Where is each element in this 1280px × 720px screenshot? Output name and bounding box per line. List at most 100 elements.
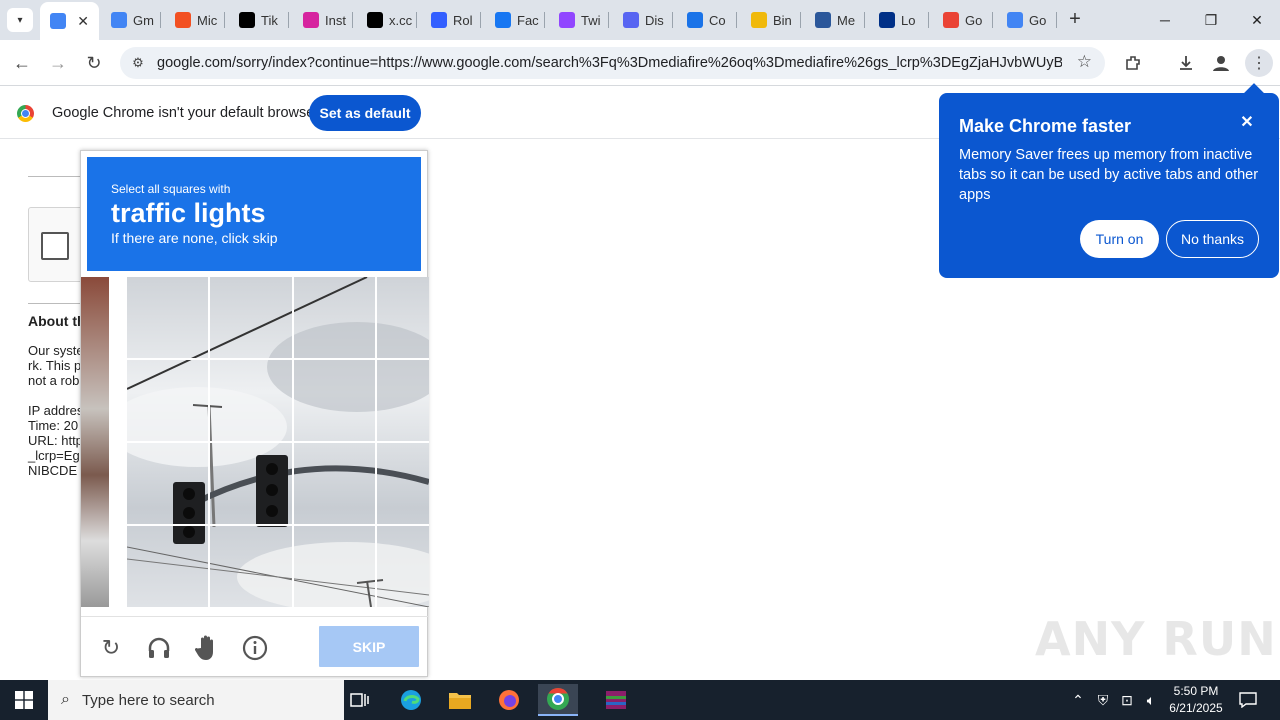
grid-tile[interactable] [210,526,294,607]
grid-tile[interactable] [294,360,377,443]
grid-tile[interactable] [377,526,429,607]
taskbar-clock[interactable]: 5:50 PM 6/21/2025 [1165,683,1227,717]
grid-tile[interactable] [127,360,210,443]
google-icon [111,12,127,28]
turn-on-button[interactable]: Turn on [1080,220,1159,258]
clock-date: 6/21/2025 [1169,701,1223,715]
tab-separator [608,12,609,28]
close-icon[interactable]: ✕ [1237,113,1257,133]
back-button[interactable]: ← [10,51,34,75]
edge-icon[interactable] [391,684,431,716]
tab-separator [288,12,289,28]
firefox-icon[interactable] [489,684,529,716]
grid-tile[interactable] [294,443,377,526]
grid-tile[interactable] [294,526,377,607]
page-text-line: NIBCDE [28,463,78,478]
tab-separator [480,12,481,28]
chrome-menu-icon[interactable]: ⋮ [1245,49,1273,77]
notifications-icon[interactable] [1230,680,1266,720]
browser-tab[interactable]: Go [933,8,993,32]
grid-tile[interactable] [210,360,294,443]
bookmark-star-icon[interactable]: ☆ [1077,52,1092,72]
tab-search-button[interactable]: ▾ [7,8,33,32]
grid-tile[interactable] [127,277,210,360]
browser-tab[interactable]: Dis [613,8,673,32]
captcha-footer: ↻ SKIP [81,616,429,678]
browser-tab[interactable]: Mic [165,8,225,32]
address-bar[interactable]: ⚙ google.com/sorry/index?continue=https:… [120,47,1105,79]
grid-tile[interactable] [377,443,429,526]
grid-tile[interactable] [210,277,294,360]
microsoft-icon [175,12,191,28]
browser-tab[interactable]: Inst [293,8,353,32]
browser-tab[interactable]: Twi [549,8,609,32]
audio-challenge-icon[interactable] [145,634,173,662]
microsoft-edu-icon [815,12,831,28]
forward-button[interactable]: → [46,51,70,75]
site-info-icon[interactable]: ⚙ [128,53,148,73]
grid-tile[interactable] [127,443,210,526]
page-text-line: URL: http [28,433,83,448]
search-placeholder: Type here to search [81,691,215,709]
skip-button[interactable]: SKIP [319,626,419,667]
browser-tab[interactable]: Rol [421,8,481,32]
browser-tab[interactable]: x.cc [357,8,417,32]
grid-tile[interactable] [210,443,294,526]
tab-label: Dis [645,12,664,28]
tab-label: Go [1029,12,1047,28]
hand-icon[interactable] [193,634,221,662]
network-icon[interactable]: ⊡ [1117,680,1137,720]
tab-separator [544,12,545,28]
recaptcha-challenge-dialog: Select all squares with traffic lights I… [80,150,429,678]
tab-label: Rol [453,12,473,28]
browser-tab[interactable]: Lo [869,8,929,32]
tab-separator [864,12,865,28]
reload-button[interactable]: ↻ [82,51,106,75]
browser-tab[interactable]: Gm [101,8,161,32]
show-hidden-icons[interactable]: ⌃ [1068,680,1088,720]
recaptcha-checkbox[interactable] [41,232,69,260]
grid-tile[interactable] [294,277,377,360]
reload-challenge-icon[interactable]: ↻ [97,634,125,662]
tab-active[interactable]: ✕ [40,2,99,40]
tab-close-icon[interactable]: ✕ [77,13,89,30]
browser-tab[interactable]: Bin [741,8,801,32]
info-icon[interactable] [241,634,269,662]
captcha-target: traffic lights [111,198,266,228]
downloads-icon[interactable] [1174,51,1198,75]
volume-icon[interactable]: 🔈︎ [1141,680,1161,720]
grid-tile[interactable] [127,526,210,607]
tab-label: Lo [901,12,916,28]
url-text[interactable]: google.com/sorry/index?continue=https://… [157,55,1062,71]
close-window-button[interactable]: ✕ [1234,0,1280,40]
captcha-header: Select all squares with traffic lights I… [87,157,421,271]
chrome-taskbar-icon[interactable] [538,684,578,716]
browser-tab[interactable]: Go [997,8,1057,32]
x-icon [367,12,383,28]
grid-tile[interactable] [377,277,429,360]
paypal-icon [879,12,895,28]
set-as-default-button[interactable]: Set as default [309,95,421,131]
extensions-icon[interactable] [1121,51,1145,75]
security-tray-icon[interactable]: ⛨ [1093,680,1113,720]
memory-saver-bubble: Make Chrome faster ✕ Memory Saver frees … [939,93,1279,278]
browser-tab[interactable]: Fac [485,8,545,32]
winrar-icon[interactable] [587,684,645,716]
task-view-icon[interactable] [340,684,380,716]
start-button[interactable] [0,680,48,720]
grid-tile[interactable] [377,360,429,443]
browser-tab[interactable]: Tik [229,8,289,32]
minimize-button[interactable]: ─ [1142,0,1188,40]
tab-separator [416,12,417,28]
file-explorer-icon[interactable] [440,684,480,716]
browser-tab[interactable]: Co [677,8,737,32]
chrome-logo-icon [17,105,34,122]
taskbar-search[interactable]: ⌕ Type here to search [48,680,344,720]
browser-tab[interactable]: Me [805,8,865,32]
new-tab-button[interactable]: + [1063,8,1087,32]
restore-button[interactable]: ❐ [1188,0,1234,40]
discord-icon [623,12,639,28]
no-thanks-button[interactable]: No thanks [1166,220,1259,258]
page-text-line: rk. This p [28,358,82,373]
profile-avatar-icon[interactable] [1209,51,1233,75]
